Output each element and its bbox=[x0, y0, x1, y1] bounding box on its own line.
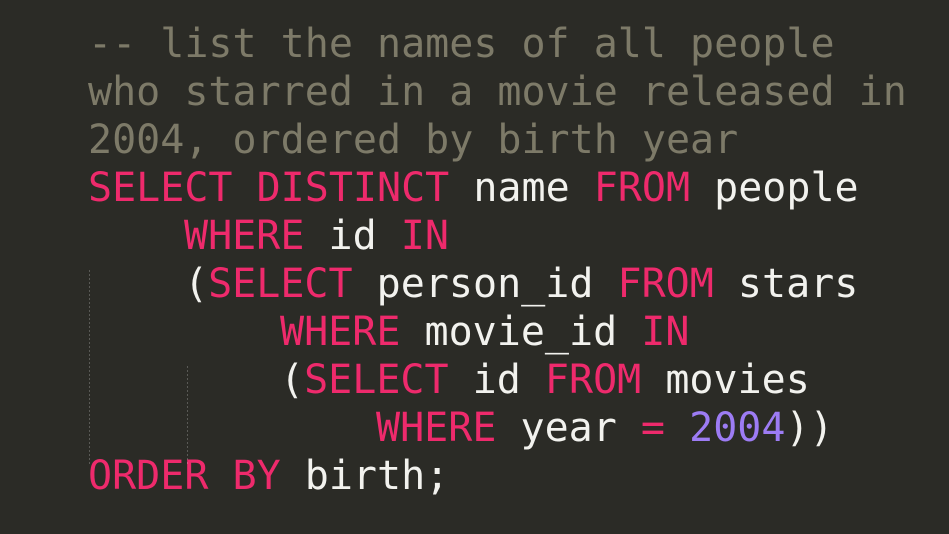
token-identifier: stars bbox=[713, 261, 859, 307]
code-line[interactable]: (SELECT person_id FROM stars bbox=[0, 260, 949, 308]
token-keyword: SELECT bbox=[208, 261, 353, 307]
token-punctuation: ( bbox=[280, 357, 305, 403]
token-identifier: people bbox=[690, 165, 859, 211]
token-operator: = bbox=[640, 405, 666, 451]
token-comment: -- list the names of all people bbox=[88, 21, 835, 67]
code-line[interactable]: WHERE movie_id IN bbox=[0, 308, 949, 356]
token-identifier: name bbox=[449, 165, 594, 211]
code-line[interactable]: -- list the names of all people bbox=[0, 20, 949, 68]
token-identifier: id bbox=[304, 213, 401, 259]
code-line[interactable]: ORDER BY birth; bbox=[0, 452, 949, 500]
code-line[interactable]: who starred in a movie released in bbox=[0, 68, 949, 116]
token-identifier: id bbox=[448, 357, 545, 403]
code-line[interactable]: 2004, ordered by birth year bbox=[0, 116, 949, 164]
token-keyword: FROM bbox=[617, 261, 714, 307]
token-comment: 2004, ordered by birth year bbox=[88, 117, 739, 163]
code-line[interactable]: WHERE id IN bbox=[0, 212, 949, 260]
token-identifier: movies bbox=[641, 357, 810, 403]
token-number: 2004 bbox=[689, 405, 786, 451]
token-keyword: WHERE bbox=[184, 213, 305, 259]
code-content[interactable]: -- list the names of all people who starr… bbox=[0, 20, 949, 500]
token-comment: who starred in a movie released in bbox=[88, 69, 907, 115]
code-editor[interactable]: -- list the names of all people who starr… bbox=[0, 0, 949, 534]
token-identifier: year bbox=[496, 405, 641, 451]
code-line[interactable]: (SELECT id FROM movies bbox=[0, 356, 949, 404]
token-keyword: IN bbox=[400, 213, 449, 259]
token-keyword: SELECT bbox=[304, 357, 449, 403]
code-line[interactable]: WHERE year = 2004)) bbox=[0, 404, 949, 452]
token-identifier: movie_id bbox=[400, 309, 642, 355]
token-keyword: IN bbox=[641, 309, 690, 355]
token-identifier: birth; bbox=[280, 453, 450, 499]
token-keyword: WHERE bbox=[280, 309, 401, 355]
code-line[interactable]: SELECT DISTINCT name FROM people bbox=[0, 164, 949, 212]
token-keyword: ORDER BY bbox=[88, 453, 281, 499]
token-punctuation: ( bbox=[184, 261, 209, 307]
token-punctuation: )) bbox=[785, 405, 834, 451]
token-identifier: person_id bbox=[352, 261, 618, 307]
token-keyword: WHERE bbox=[376, 405, 497, 451]
token-identifier bbox=[665, 405, 689, 451]
token-keyword: FROM bbox=[544, 357, 642, 403]
token-keyword: SELECT DISTINCT bbox=[88, 165, 450, 211]
token-keyword: FROM bbox=[593, 165, 691, 211]
